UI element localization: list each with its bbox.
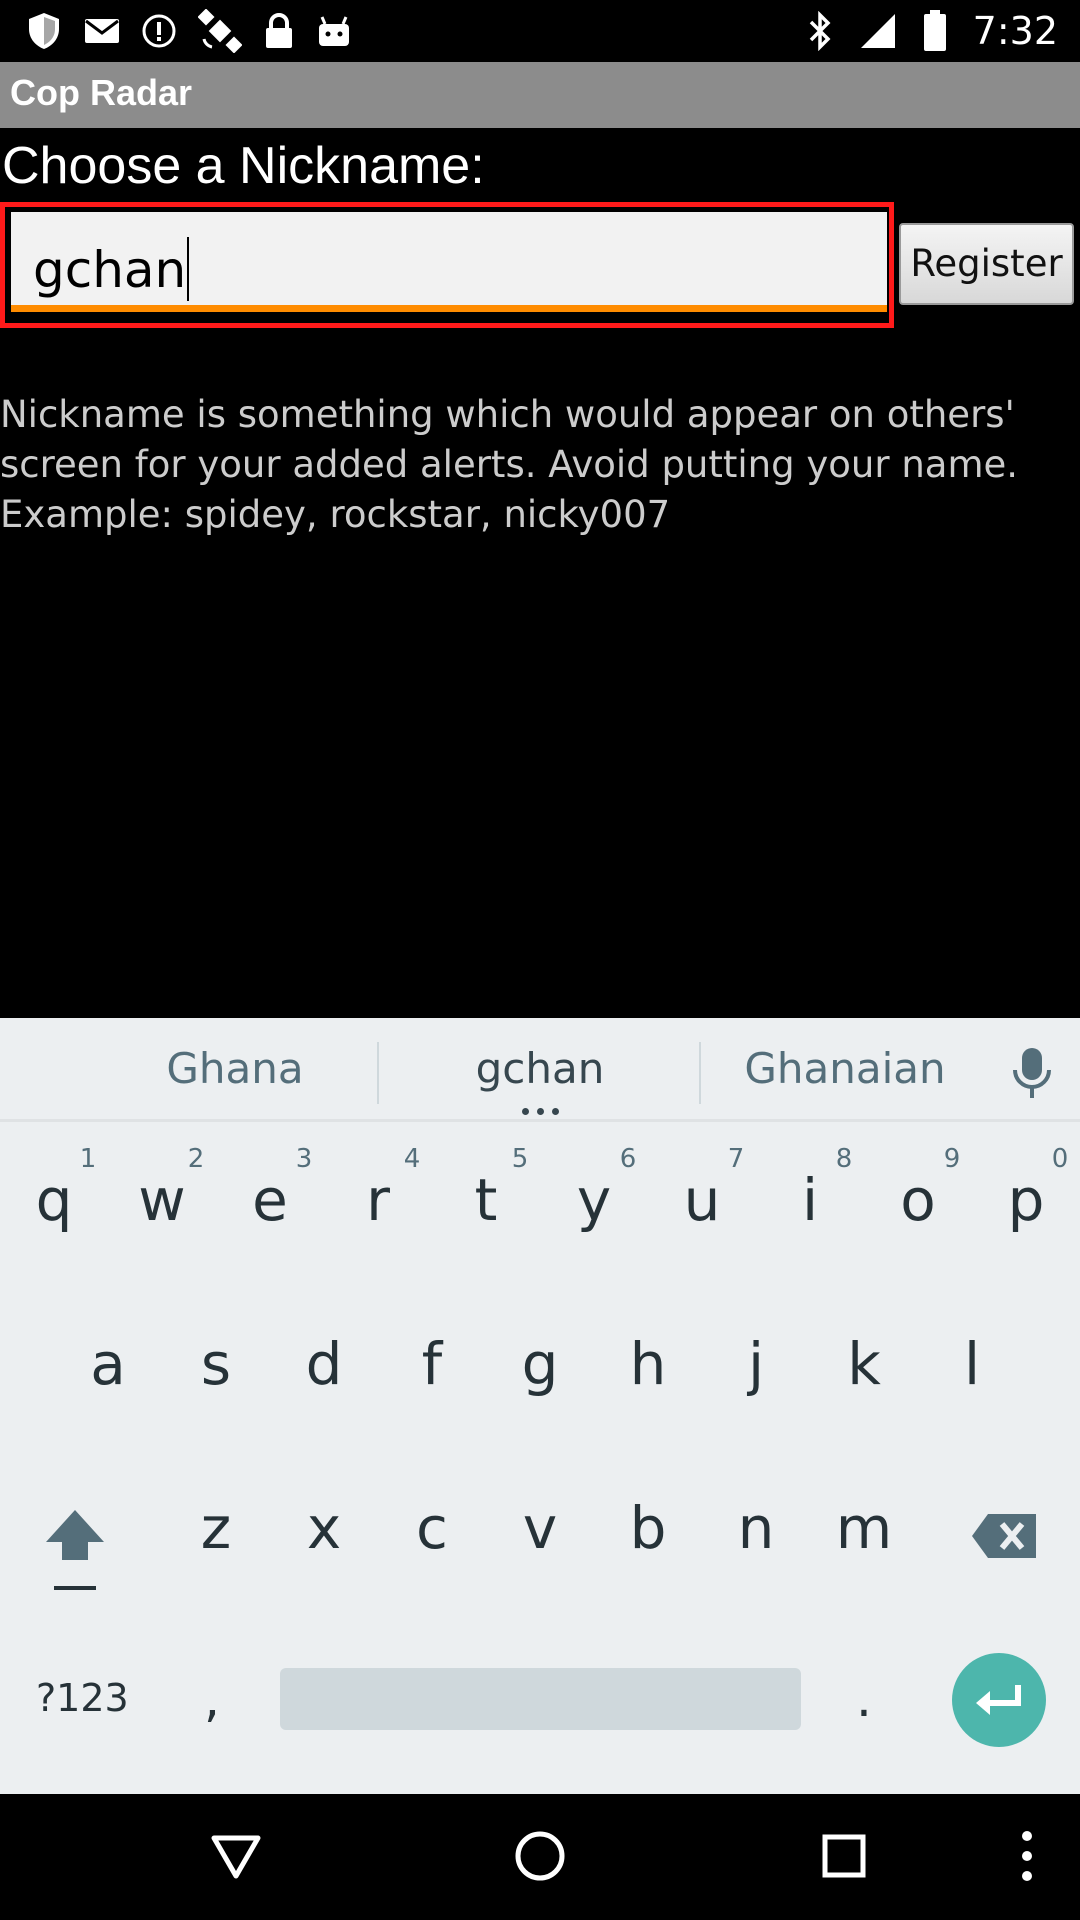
help-line: screen for your added alerts. Avoid putt…: [0, 443, 1019, 486]
home-icon[interactable]: [514, 1830, 566, 1882]
key-s[interactable]: s: [162, 1330, 270, 1398]
microphone-icon[interactable]: [1010, 1046, 1054, 1105]
key-k[interactable]: k: [810, 1330, 918, 1398]
shift-icon[interactable]: [44, 1508, 106, 1599]
nickname-input[interactable]: gchan: [11, 212, 887, 312]
status-bar: 7:32: [0, 0, 1080, 62]
key-x[interactable]: x: [270, 1494, 378, 1562]
key-f[interactable]: f: [378, 1330, 486, 1398]
help-line: Example: spidey, rockstar, nicky007: [0, 493, 671, 536]
bluetooth-icon: [807, 11, 833, 51]
shield-icon: [26, 11, 62, 51]
navigation-bar: [0, 1794, 1080, 1920]
nickname-heading: Choose a Nickname:: [2, 137, 485, 195]
app-title-bar: Cop Radar: [0, 62, 1080, 128]
more-suggestions-indicator: [522, 1108, 562, 1116]
info-icon: [142, 14, 176, 48]
back-icon[interactable]: [210, 1834, 262, 1880]
key-q[interactable]: q: [0, 1166, 108, 1234]
backspace-icon[interactable]: [970, 1512, 1040, 1565]
key-m[interactable]: m: [810, 1494, 918, 1562]
key-t[interactable]: t: [432, 1166, 540, 1234]
lock-icon: [264, 12, 294, 50]
nickname-help-text: Nickname is something which would appear…: [0, 390, 1080, 540]
key-o[interactable]: o: [864, 1166, 972, 1234]
key-v[interactable]: v: [486, 1494, 594, 1562]
more-icon[interactable]: [1018, 1828, 1036, 1884]
suggestion-left[interactable]: Ghana: [135, 1044, 335, 1093]
comma-key[interactable]: ,: [204, 1670, 220, 1728]
key-u[interactable]: u: [648, 1166, 756, 1234]
recents-icon[interactable]: [822, 1834, 866, 1878]
key-p[interactable]: p: [972, 1166, 1080, 1234]
suggestion-strip: Ghana gchan Ghanaian: [0, 1018, 1080, 1122]
help-line: Nickname is something which would appear…: [0, 393, 1015, 436]
soft-keyboard: Ghana gchan Ghanaian 1 2 3 4 5 6 7 8 9 0…: [0, 1018, 1080, 1794]
app-title: Cop Radar: [10, 72, 193, 113]
suggestion-divider: [377, 1042, 379, 1104]
key-l[interactable]: l: [918, 1330, 1026, 1398]
key-b[interactable]: b: [594, 1494, 702, 1562]
battery-icon: [923, 10, 947, 52]
enter-arrow-icon: [952, 1685, 1046, 1751]
key-n[interactable]: n: [702, 1494, 810, 1562]
text-caret: [187, 237, 190, 301]
nickname-input-value: gchan: [33, 241, 187, 299]
key-c[interactable]: c: [378, 1494, 486, 1562]
key-w[interactable]: w: [108, 1166, 216, 1234]
symbols-key[interactable]: ?123: [36, 1676, 129, 1720]
key-e[interactable]: e: [216, 1166, 324, 1234]
key-g[interactable]: g: [486, 1330, 594, 1398]
suggestion-right[interactable]: Ghanaian: [730, 1044, 960, 1093]
period-key[interactable]: .: [856, 1670, 872, 1728]
clock: 7:32: [972, 9, 1058, 53]
key-i[interactable]: i: [756, 1166, 864, 1234]
signal-icon: [859, 12, 897, 50]
suggestion-divider: [699, 1042, 701, 1104]
register-button[interactable]: Register: [899, 223, 1074, 305]
key-h[interactable]: h: [594, 1330, 702, 1398]
key-d[interactable]: d: [270, 1330, 378, 1398]
mail-icon: [84, 17, 120, 45]
key-z[interactable]: z: [162, 1494, 270, 1562]
satellite-icon: [198, 9, 242, 53]
key-r[interactable]: r: [324, 1166, 432, 1234]
key-a[interactable]: a: [54, 1330, 162, 1398]
key-y[interactable]: y: [540, 1166, 648, 1234]
android-icon: [316, 14, 352, 48]
space-bar[interactable]: [280, 1668, 801, 1730]
enter-key[interactable]: [952, 1653, 1046, 1747]
suggestion-center[interactable]: gchan: [440, 1044, 640, 1093]
nickname-input-focus-frame: gchan: [0, 202, 894, 328]
key-j[interactable]: j: [702, 1330, 810, 1398]
